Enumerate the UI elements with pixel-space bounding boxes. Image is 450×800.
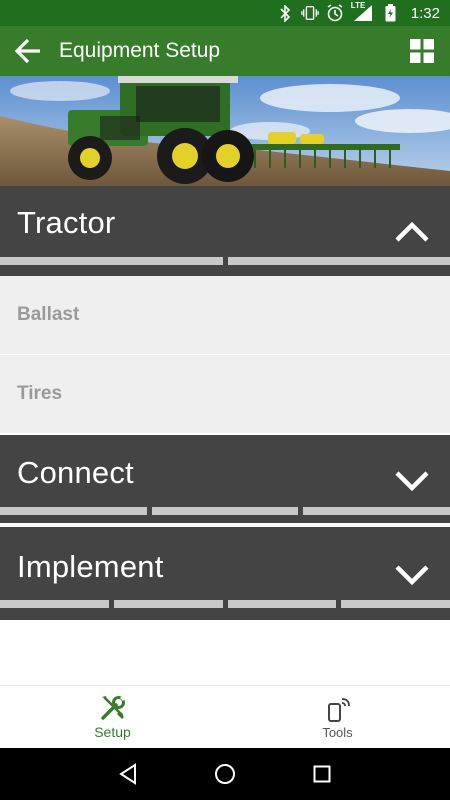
lte-signal-icon: LTE <box>350 1 375 22</box>
grid-icon <box>410 39 434 63</box>
section-title: Tractor <box>17 205 116 240</box>
back-button[interactable] <box>0 26 56 76</box>
progress-bar <box>0 600 450 608</box>
progress-segment <box>0 600 109 608</box>
wrench-screwdriver-icon <box>100 695 125 720</box>
section-header-implement[interactable]: Implement <box>0 527 450 620</box>
progress-segment <box>341 600 450 608</box>
progress-segment <box>227 257 450 265</box>
circle-home-icon <box>214 764 235 784</box>
nav-item-tools[interactable]: Tools <box>225 686 450 748</box>
system-home-button[interactable] <box>210 759 240 789</box>
arrow-left-icon <box>14 38 40 64</box>
status-bar: LTE 1:32 <box>0 0 450 26</box>
chevron-up-icon <box>395 221 429 242</box>
nav-label: Setup <box>94 724 131 740</box>
phone-wireless-icon <box>327 697 350 722</box>
app-bar: Equipment Setup <box>0 26 450 76</box>
system-back-button[interactable] <box>113 759 143 789</box>
status-time: 1:32 <box>410 4 440 22</box>
square-recents-icon <box>313 765 331 783</box>
progress-segment <box>303 507 450 515</box>
section-title: Implement <box>17 549 164 584</box>
system-recents-button[interactable] <box>307 759 337 789</box>
list-item-ballast[interactable]: Ballast <box>0 276 450 355</box>
progress-segment <box>0 257 223 265</box>
bluetooth-icon <box>276 4 294 22</box>
tractor-sub-list: Ballast Tires <box>0 276 450 434</box>
system-nav-bar <box>0 748 450 800</box>
battery-icon <box>382 4 400 22</box>
grid-menu-button[interactable] <box>394 26 450 76</box>
progress-segment <box>151 507 299 515</box>
list-item-label: Tires <box>17 383 63 404</box>
page-title: Equipment Setup <box>59 39 221 62</box>
section-header-tractor[interactable]: Tractor <box>0 186 450 276</box>
progress-bar <box>0 507 450 515</box>
triangle-back-icon <box>119 763 137 785</box>
progress-segment <box>113 600 223 608</box>
tractor-hero-image <box>0 76 450 186</box>
section-header-connect[interactable]: Connect <box>0 435 450 523</box>
progress-bar <box>0 257 450 265</box>
chevron-down-icon <box>395 471 429 492</box>
alarm-icon <box>326 4 344 22</box>
list-item-tires[interactable]: Tires <box>0 355 450 434</box>
vibrate-icon <box>301 4 319 22</box>
progress-segment <box>0 507 147 515</box>
list-item-label: Ballast <box>17 304 80 325</box>
lte-label: LTE <box>350 1 366 10</box>
bottom-nav: Setup Tools <box>0 685 450 748</box>
chevron-down-icon <box>395 565 429 586</box>
nav-item-setup[interactable]: Setup <box>0 686 225 748</box>
progress-segment <box>227 600 337 608</box>
section-title: Connect <box>17 455 134 490</box>
nav-label: Tools <box>322 724 353 740</box>
